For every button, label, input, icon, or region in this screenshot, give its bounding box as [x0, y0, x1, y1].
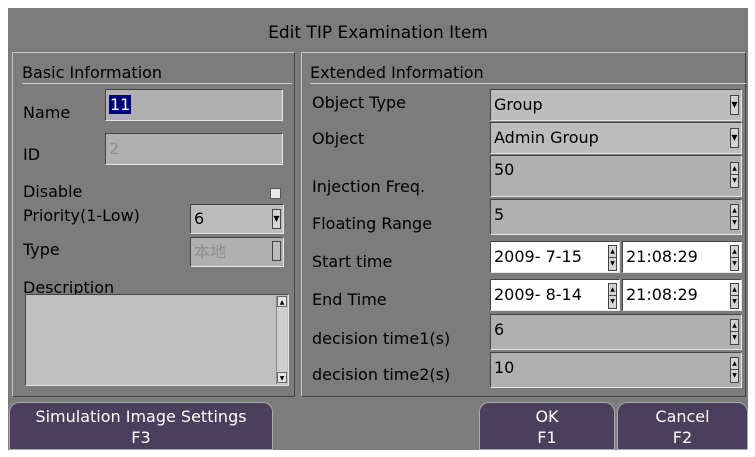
injection-freq-spinner[interactable]: ▲ ▼ — [730, 162, 739, 188]
decrement-icon[interactable]: ▼ — [731, 296, 738, 308]
simulation-button-hotkey: F3 — [131, 428, 151, 447]
disable-label: Disable — [23, 182, 83, 201]
chevron-down-icon[interactable]: ▼ — [730, 95, 739, 115]
start-clock-spinner[interactable]: ▲ ▼ — [730, 245, 739, 271]
decision-time2-spinner[interactable]: ▲ ▼ — [730, 357, 739, 383]
type-value: 本地 — [194, 242, 227, 261]
ok-button-label: OK — [535, 407, 559, 426]
type-select: 本地 — [190, 237, 284, 267]
start-clock-value: 21:08:29 — [626, 247, 698, 266]
cancel-button[interactable]: Cancel F2 — [617, 402, 748, 450]
decision-time1-spinner[interactable]: ▲ ▼ — [730, 319, 739, 345]
floating-range-spinner[interactable]: ▲ ▼ — [730, 204, 739, 230]
simulation-button-label: Simulation Image Settings — [35, 407, 247, 426]
floating-range-value: 5 — [494, 205, 505, 224]
end-date-input[interactable]: 2009- 8-14 ▲ ▼ — [490, 279, 620, 311]
decision-time1-value: 6 — [494, 320, 505, 339]
start-time-label: Start time — [312, 252, 393, 271]
end-date-value: 2009- 8-14 — [494, 285, 582, 304]
decrement-icon[interactable]: ▼ — [731, 217, 738, 229]
increment-icon[interactable]: ▲ — [609, 284, 616, 296]
decrement-icon[interactable]: ▼ — [731, 175, 738, 187]
end-clock-value: 21:08:29 — [626, 285, 698, 304]
cancel-button-label: Cancel — [655, 407, 710, 426]
floating-range-input[interactable]: 5 ▲ ▼ — [490, 199, 742, 235]
increment-icon[interactable]: ▲ — [731, 246, 738, 258]
chevron-down-icon[interactable]: ▼ — [730, 128, 739, 148]
floating-range-label: Floating Range — [312, 214, 433, 233]
decision-time2-input[interactable]: 10 ▲ ▼ — [490, 352, 742, 388]
start-date-input[interactable]: 2009- 7-15 ▲ ▼ — [490, 241, 620, 273]
description-textarea[interactable]: ▲ ▼ — [25, 294, 289, 386]
type-label: Type — [23, 240, 60, 259]
priority-label: Priority(1-Low) — [23, 206, 140, 225]
ok-button-hotkey: F1 — [537, 428, 557, 447]
decision-time2-value: 10 — [494, 358, 515, 377]
dialog-title: Edit TIP Examination Item — [268, 23, 488, 43]
decision-time1-label: decision time1(s) — [312, 329, 451, 348]
increment-icon[interactable]: ▲ — [731, 320, 738, 332]
basic-information-heading: Basic Information — [22, 62, 292, 84]
object-type-select[interactable]: Group ▼ — [490, 89, 742, 121]
name-label: Name — [23, 103, 71, 122]
decrement-icon[interactable]: ▼ — [731, 370, 738, 382]
start-clock-input[interactable]: 21:08:29 ▲ ▼ — [622, 241, 742, 273]
decrement-icon[interactable]: ▼ — [731, 258, 738, 270]
id-label: ID — [23, 145, 41, 164]
scroll-up-icon[interactable]: ▲ — [277, 296, 287, 307]
object-select[interactable]: Admin Group ▼ — [490, 122, 742, 154]
scroll-down-icon[interactable]: ▼ — [277, 372, 287, 383]
name-value: 11 — [109, 95, 132, 114]
object-value: Admin Group — [494, 128, 599, 147]
start-date-spinner[interactable]: ▲ ▼ — [608, 245, 617, 271]
button-bar: Simulation Image Settings F3 OK F1 Cance… — [8, 402, 748, 450]
increment-icon[interactable]: ▲ — [731, 163, 738, 175]
chevron-down-icon — [272, 241, 281, 261]
ok-button[interactable]: OK F1 — [479, 402, 615, 450]
end-time-label: End Time — [312, 290, 387, 309]
extended-information-heading: Extended Information — [310, 62, 746, 84]
decrement-icon[interactable]: ▼ — [731, 332, 738, 344]
increment-icon[interactable]: ▲ — [731, 358, 738, 370]
cancel-button-hotkey: F2 — [672, 428, 693, 447]
decrement-icon[interactable]: ▼ — [609, 296, 616, 308]
priority-value: 6 — [194, 209, 205, 228]
edit-tip-dialog: Edit TIP Examination Item Basic Informat… — [8, 8, 748, 450]
end-clock-spinner[interactable]: ▲ ▼ — [730, 283, 739, 309]
decision-time1-input[interactable]: 6 ▲ ▼ — [490, 314, 742, 350]
name-input[interactable]: 11 — [105, 89, 283, 121]
priority-select[interactable]: 6 ▼ — [190, 204, 284, 234]
start-date-value: 2009- 7-15 — [494, 247, 582, 266]
injection-freq-value: 50 — [494, 160, 515, 179]
increment-icon[interactable]: ▲ — [731, 284, 738, 296]
object-type-value: Group — [494, 95, 543, 114]
disable-checkbox[interactable] — [270, 188, 281, 199]
end-date-spinner[interactable]: ▲ ▼ — [608, 283, 617, 309]
id-input: 2 — [105, 133, 283, 165]
increment-icon[interactable]: ▲ — [731, 205, 738, 217]
increment-icon[interactable]: ▲ — [609, 246, 616, 258]
object-label: Object — [312, 129, 365, 148]
end-clock-input[interactable]: 21:08:29 ▲ ▼ — [622, 279, 742, 311]
injection-freq-input[interactable]: 50 ▲ ▼ — [490, 155, 742, 197]
chevron-down-icon[interactable]: ▼ — [272, 209, 281, 229]
decrement-icon[interactable]: ▼ — [609, 258, 616, 270]
description-scrollbar[interactable]: ▲ ▼ — [276, 296, 287, 384]
decision-time2-label: decision time2(s) — [312, 365, 451, 384]
simulation-image-settings-button[interactable]: Simulation Image Settings F3 — [9, 402, 273, 450]
object-type-label: Object Type — [312, 93, 406, 112]
injection-freq-label: Injection Freq. — [312, 177, 426, 196]
